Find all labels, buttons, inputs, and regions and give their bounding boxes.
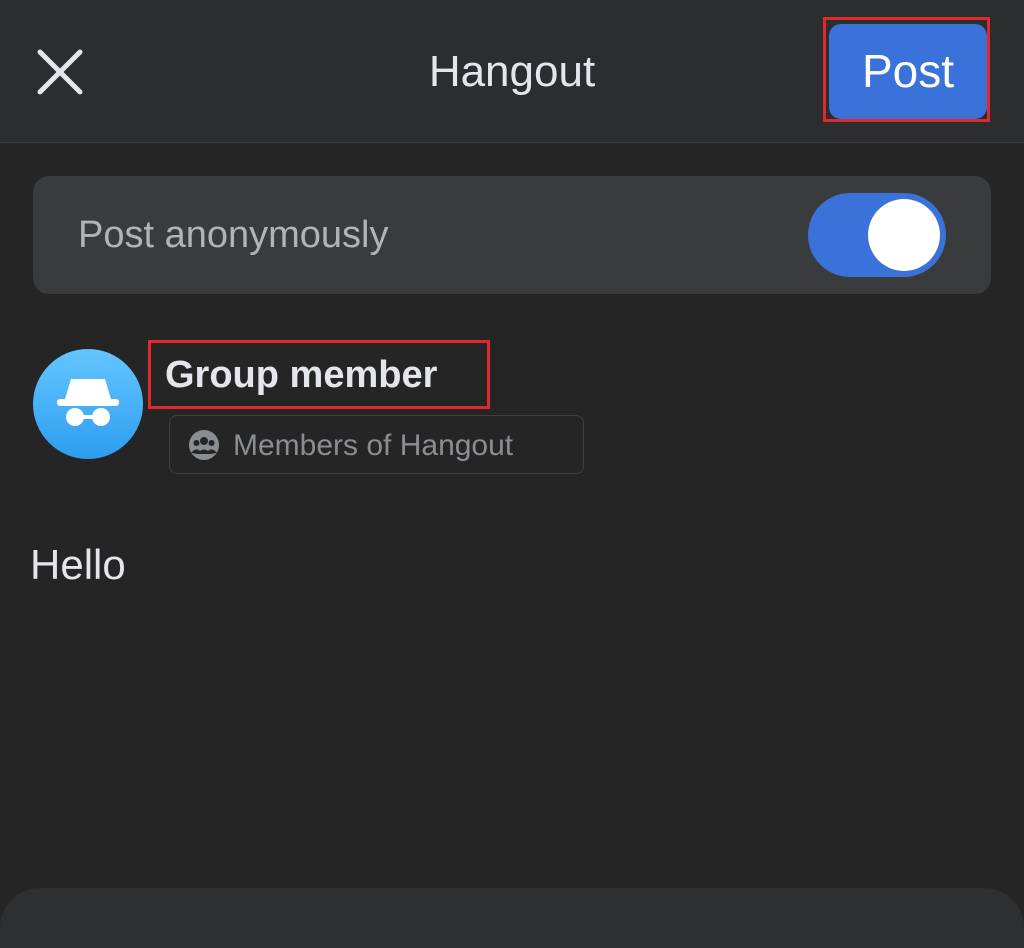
post-anonymously-toggle[interactable] xyxy=(808,193,946,277)
audience-selector[interactable]: Members of Hangout xyxy=(169,415,584,474)
header-bar: Hangout Post xyxy=(0,0,1024,143)
incognito-icon xyxy=(57,379,119,426)
bottom-toolbar-sheet[interactable] xyxy=(0,888,1024,948)
post-button-highlight xyxy=(823,17,990,122)
post-anonymously-label: Post anonymously xyxy=(78,214,389,256)
group-icon xyxy=(189,430,219,460)
post-text-input[interactable]: Hello xyxy=(30,540,990,860)
avatar xyxy=(33,349,143,459)
post-anonymously-row[interactable]: Post anonymously xyxy=(33,176,991,294)
toggle-knob xyxy=(868,199,940,271)
author-name-highlight xyxy=(148,340,490,409)
audience-label: Members of Hangout xyxy=(233,429,514,462)
create-post-screen: Hangout Post Post anonymously Group memb… xyxy=(0,0,1024,948)
